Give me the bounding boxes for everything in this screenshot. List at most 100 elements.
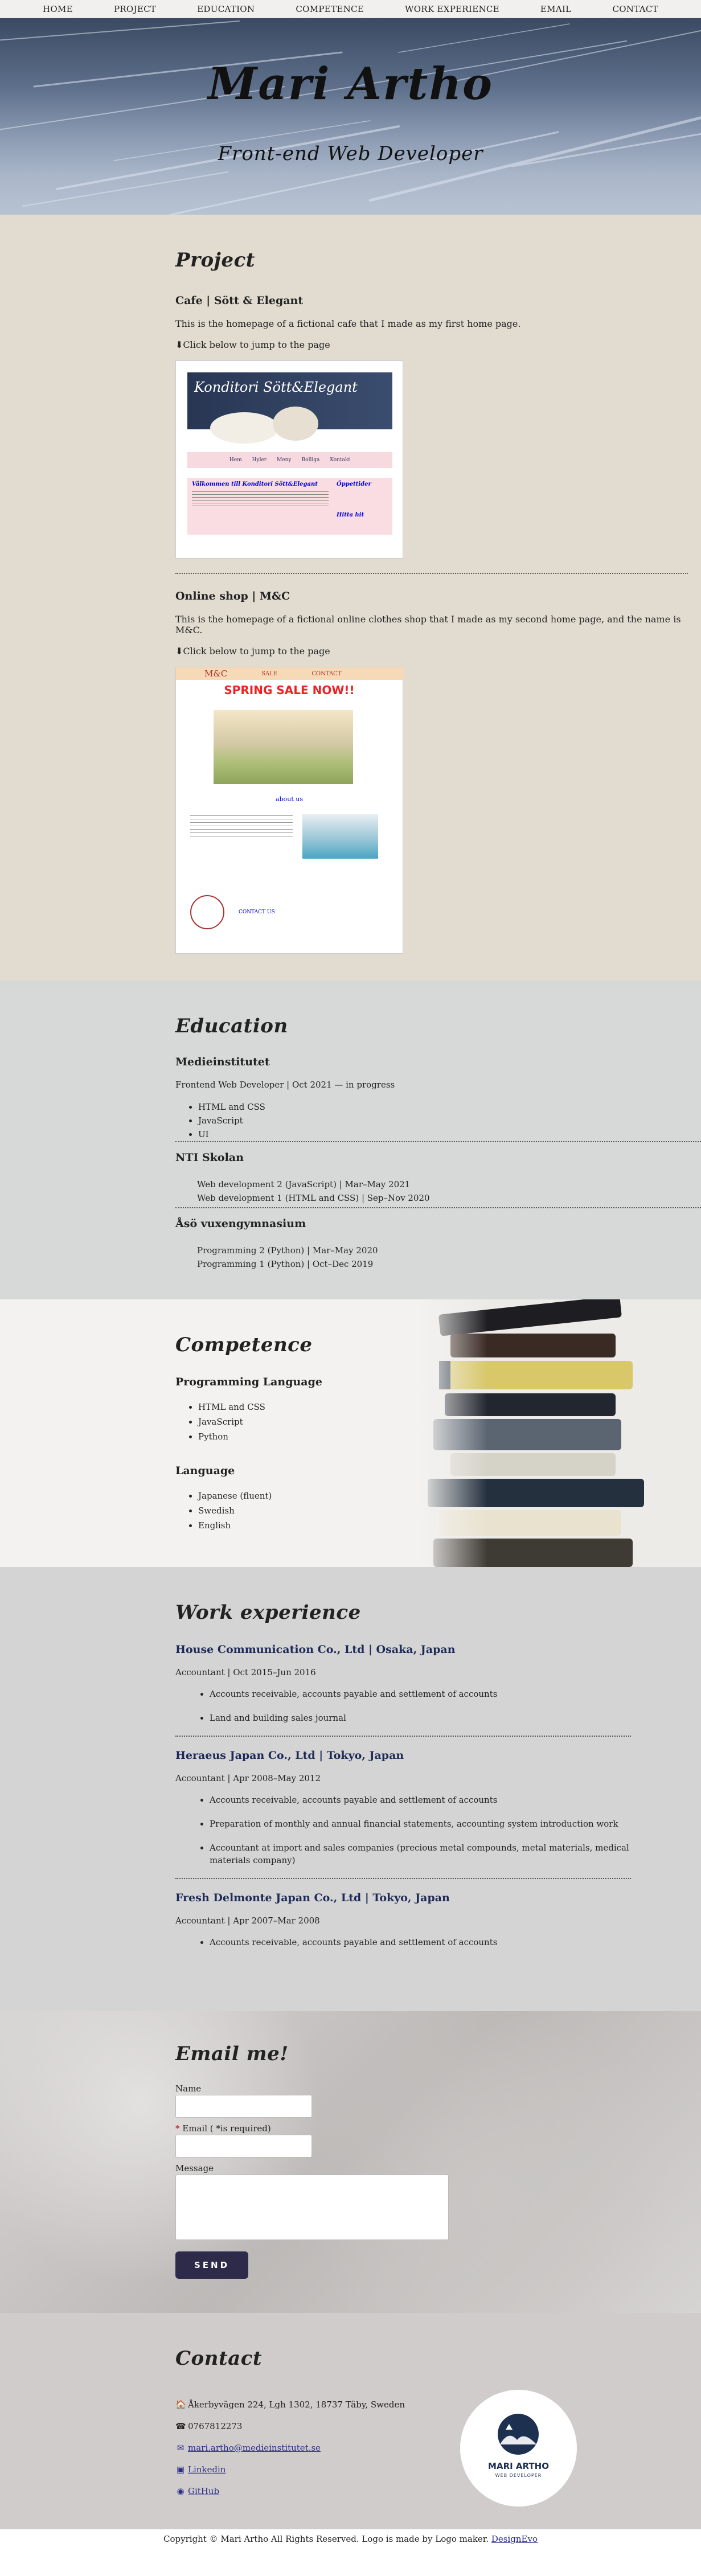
thumb-sale-banner: SPRING SALE NOW!!	[224, 683, 355, 697]
competence-section: Competence Programming Language HTML and…	[0, 1299, 701, 1567]
hero-title: Mari Artho	[207, 58, 494, 110]
linkedin-link[interactable]: Linkedin	[188, 2464, 226, 2475]
job-role: Accountant | Apr 2007–Mar 2008	[175, 1915, 320, 1926]
divider	[175, 1878, 631, 1879]
top-nav: HOME PROJECT EDUCATION COMPETENCE WORK E…	[0, 0, 701, 18]
email-label: * Email ( *is required)	[175, 2123, 688, 2134]
logo-subtitle: WEB DEVELOPER	[495, 2473, 542, 2478]
thumb-menu-item: Bolliga	[301, 457, 320, 463]
list-item: UI	[198, 1127, 688, 1141]
linkedin-icon: ▣	[176, 2464, 185, 2475]
required-mark: *	[175, 2123, 180, 2134]
course-list: HTML and CSS JavaScript UI	[198, 1100, 688, 1141]
list-item: Programming 2 (Python) | Mar–May 2020	[197, 1245, 378, 1256]
github-link[interactable]: GitHub	[188, 2486, 219, 2496]
message-label: Message	[175, 2163, 214, 2173]
home-icon: 🏠	[175, 2399, 186, 2410]
section-title: Competence	[175, 1334, 313, 1356]
project-name: Cafe | Sött & Elegant	[175, 294, 304, 307]
task-list: Accounts receivable, accounts payable an…	[210, 1794, 648, 1867]
project-section: Project Cafe | Sött & Elegant This is th…	[0, 215, 701, 981]
star-trail-background	[0, 20, 701, 215]
language-list: Japanese (fluent) Swedish English	[198, 1488, 688, 1533]
logo-graphic	[498, 2414, 539, 2455]
list-item: Web development 1 (HTML and CSS) | Sep–N…	[197, 1193, 430, 1203]
thumb-banner-title: Konditori Sött&Elegant	[194, 379, 358, 395]
list-item: Accounts receivable, accounts payable an…	[210, 1936, 648, 1949]
divider	[175, 1141, 701, 1142]
divider	[175, 573, 688, 574]
competence-group-title: Programming Language	[175, 1376, 322, 1388]
project-description: This is the homepage of a fictional cafe…	[175, 318, 521, 329]
nav-work-experience[interactable]: WORK EXPERIENCE	[384, 4, 520, 14]
nav-email[interactable]: EMAIL	[520, 4, 592, 14]
nav-competence[interactable]: COMPETENCE	[275, 4, 384, 14]
work-experience-section: Work experience House Communication Co.,…	[0, 1567, 701, 2011]
message-textarea[interactable]	[175, 2175, 449, 2240]
email-link[interactable]: mari.artho@medieinstitutet.se	[188, 2443, 321, 2453]
thumb-hours: Öppettider	[337, 481, 371, 487]
thumb-menu-item: Hyler	[252, 457, 267, 463]
nav-project[interactable]: PROJECT	[93, 4, 177, 14]
thumb-link: CONTACT	[311, 670, 342, 677]
divider	[175, 1736, 631, 1737]
shop-page-thumbnail[interactable]: M&C SALE CONTACT SPRING SALE NOW!! about…	[175, 667, 404, 954]
list-item: HTML and CSS	[198, 1400, 688, 1414]
designevo-link[interactable]: DesignEvo	[491, 2534, 538, 2544]
education-section: Education Medieinstitutet Frontend Web D…	[0, 981, 701, 1299]
thumb-beach-photo	[302, 814, 378, 859]
list-item: Swedish	[198, 1503, 688, 1518]
section-title: Contact	[175, 2347, 263, 2370]
send-button[interactable]: SEND	[175, 2251, 248, 2279]
nav-education[interactable]: EDUCATION	[177, 4, 275, 14]
thumb-find: Hitta hit	[337, 512, 364, 518]
contact-list: 🏠 Åkerbyvägen 224, Lgh 1302, 18737 Täby, …	[175, 2394, 688, 2502]
list-item: JavaScript	[198, 1414, 688, 1429]
phone-text: 0767812273	[188, 2421, 243, 2431]
github-icon: ◉	[177, 2486, 185, 2496]
contact-form: Name * Email ( *is required) Message SEN…	[175, 2083, 688, 2279]
school-name: Medieinstitutet	[175, 1056, 270, 1068]
school-name: NTI Skolan	[175, 1151, 244, 1164]
task-list: Accounts receivable, accounts payable an…	[210, 1688, 648, 1724]
thumb-menu-item: Meny	[277, 457, 292, 463]
thumb-logo-circle	[190, 895, 224, 929]
list-item: Accounts receivable, accounts payable an…	[210, 1688, 648, 1700]
jump-hint: ⬇Click below to jump to the page	[175, 339, 330, 350]
list-item: English	[198, 1518, 688, 1533]
email-input[interactable]	[175, 2135, 312, 2157]
name-label: Name	[175, 2083, 202, 2094]
list-item: Preparation of monthly and annual financ…	[210, 1818, 648, 1830]
project-name: Online shop | M&C	[175, 590, 290, 602]
nav-contact[interactable]: CONTACT	[592, 4, 679, 14]
envelope-icon: ✉	[177, 2443, 185, 2453]
list-item: Accounts receivable, accounts payable an…	[210, 1794, 648, 1806]
address-text: Åkerbyvägen 224, Lgh 1302, 18737 Täby, S…	[188, 2399, 405, 2410]
section-title: Email me!	[175, 2042, 289, 2065]
linkedin-row: ▣ Linkedin	[175, 2459, 688, 2480]
divider	[175, 1207, 701, 1208]
list-item: Programming 1 (Python) | Oct–Dec 2019	[197, 1259, 374, 1269]
github-row: ◉ GitHub	[175, 2480, 688, 2502]
thumb-hero-photo	[214, 710, 353, 784]
footer: Copyright © Mari Artho All Rights Reserv…	[0, 2529, 701, 2552]
skill-list: HTML and CSS JavaScript Python	[198, 1400, 688, 1444]
email-row: ✉ mari.artho@medieinstitutet.se	[175, 2437, 688, 2459]
section-title: Project	[175, 249, 255, 272]
logo: MARI ARTHO WEB DEVELOPER	[460, 2390, 577, 2507]
nav-home[interactable]: HOME	[22, 4, 93, 14]
thumb-menu-item: Hem	[229, 457, 242, 463]
list-item: Japanese (fluent)	[198, 1488, 688, 1503]
course-list: Programming 2 (Python) | Mar–May 2020 Pr…	[197, 1244, 688, 1271]
task-list: Accounts receivable, accounts payable an…	[210, 1936, 648, 1949]
job-role: Accountant | Apr 2008–May 2012	[175, 1773, 321, 1783]
competence-group-title: Language	[175, 1465, 235, 1477]
list-item: Accountant at import and sales companies…	[210, 1841, 648, 1867]
cafe-page-thumbnail[interactable]: Konditori Sött&Elegant Hem Hyler Meny Bo…	[175, 360, 403, 559]
contact-section: Contact 🏠 Åkerbyvägen 224, Lgh 1302, 1873…	[0, 2313, 701, 2529]
job-company: House Communication Co., Ltd | Osaka, Ja…	[175, 1643, 456, 1656]
school-program: Frontend Web Developer | Oct 2021 — in p…	[175, 1080, 395, 1090]
list-item: Land and building sales journal	[210, 1712, 648, 1724]
name-input[interactable]	[175, 2095, 312, 2118]
list-item: HTML and CSS	[198, 1100, 688, 1114]
